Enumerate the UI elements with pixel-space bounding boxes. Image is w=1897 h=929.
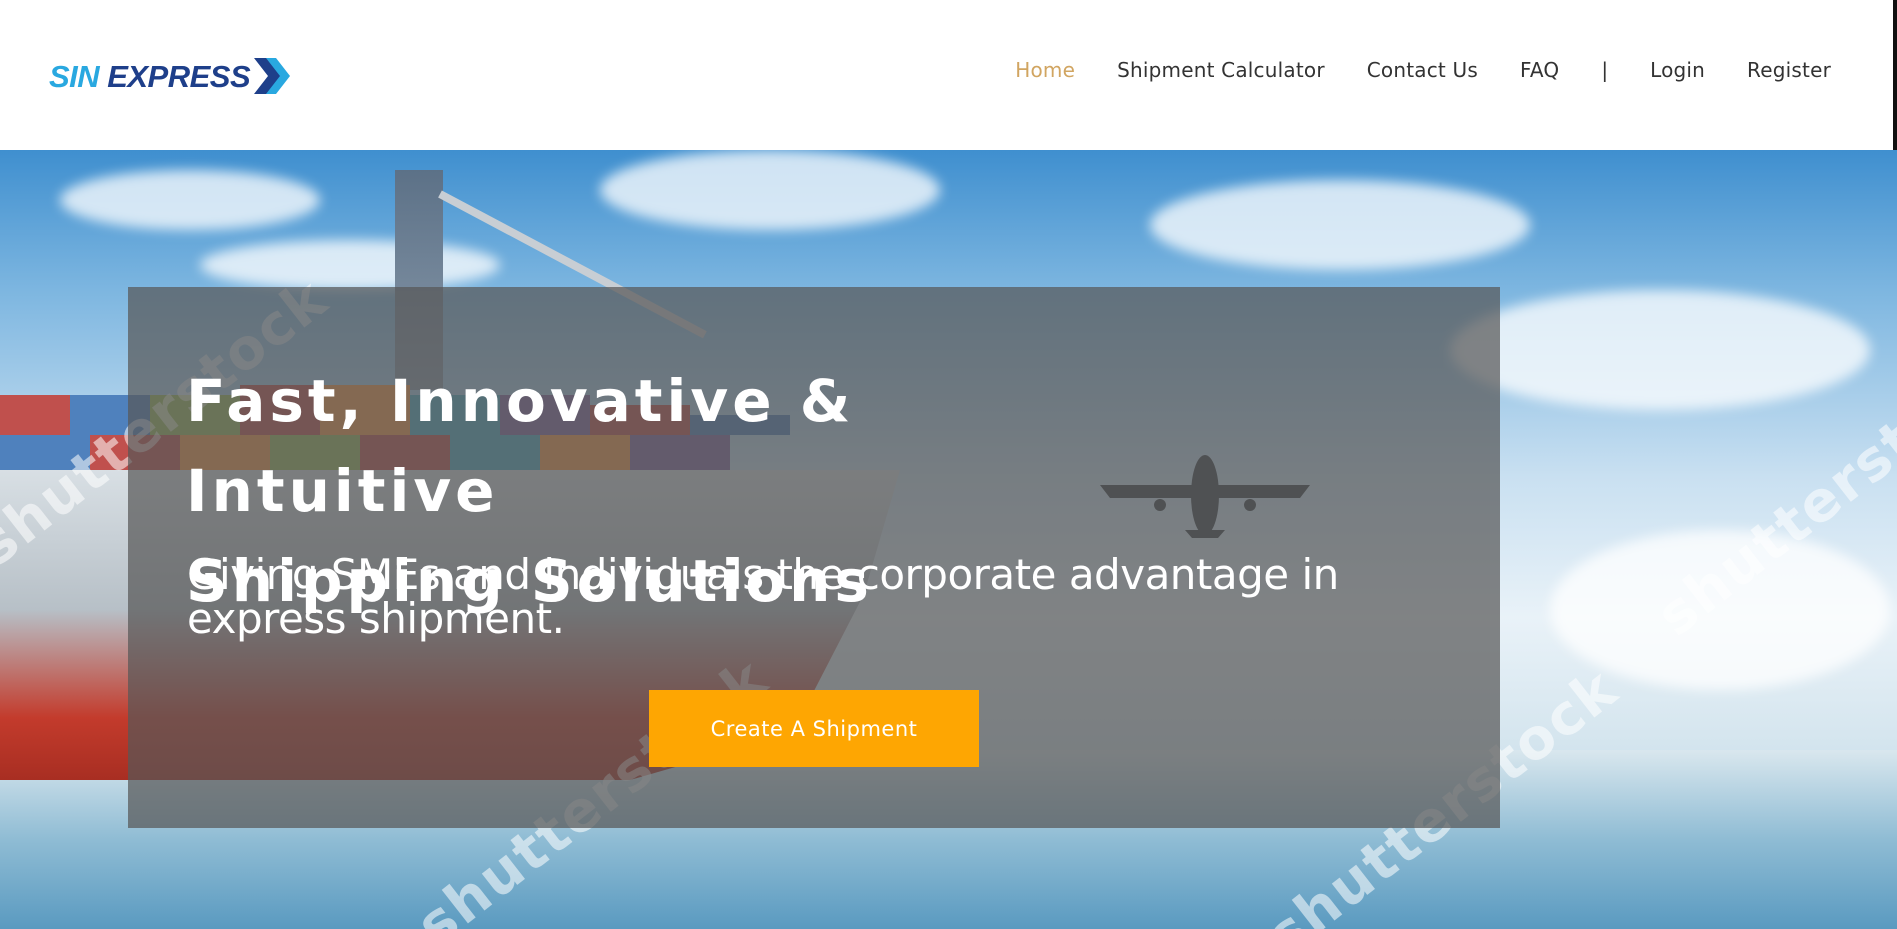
sinexpress-logo[interactable]: SIN EXPRESS <box>49 54 294 98</box>
hero-title-line1: Fast, Innovative & Intuitive <box>186 367 855 525</box>
nav-faq[interactable]: FAQ <box>1520 58 1559 82</box>
logo-express-text: EXPRESS <box>107 58 251 94</box>
double-chevron-icon <box>252 56 294 96</box>
hero-subtitle: Giving SMEs and individuals the corporat… <box>187 550 1339 643</box>
site-header: SIN EXPRESS Home Shipment Calculator Con… <box>0 0 1897 150</box>
nav-register[interactable]: Register <box>1747 58 1831 82</box>
nav-home[interactable]: Home <box>1015 58 1075 82</box>
window-edge <box>1893 0 1897 150</box>
nav-shipment-calculator[interactable]: Shipment Calculator <box>1117 58 1325 82</box>
logo-sin-text: SIN <box>49 58 100 94</box>
nav-separator: | <box>1601 58 1609 82</box>
main-nav: Home Shipment Calculator Contact Us FAQ … <box>973 58 1831 82</box>
nav-login[interactable]: Login <box>1650 58 1705 82</box>
nav-contact-us[interactable]: Contact Us <box>1367 58 1478 82</box>
create-shipment-button[interactable]: Create A Shipment <box>649 690 979 767</box>
